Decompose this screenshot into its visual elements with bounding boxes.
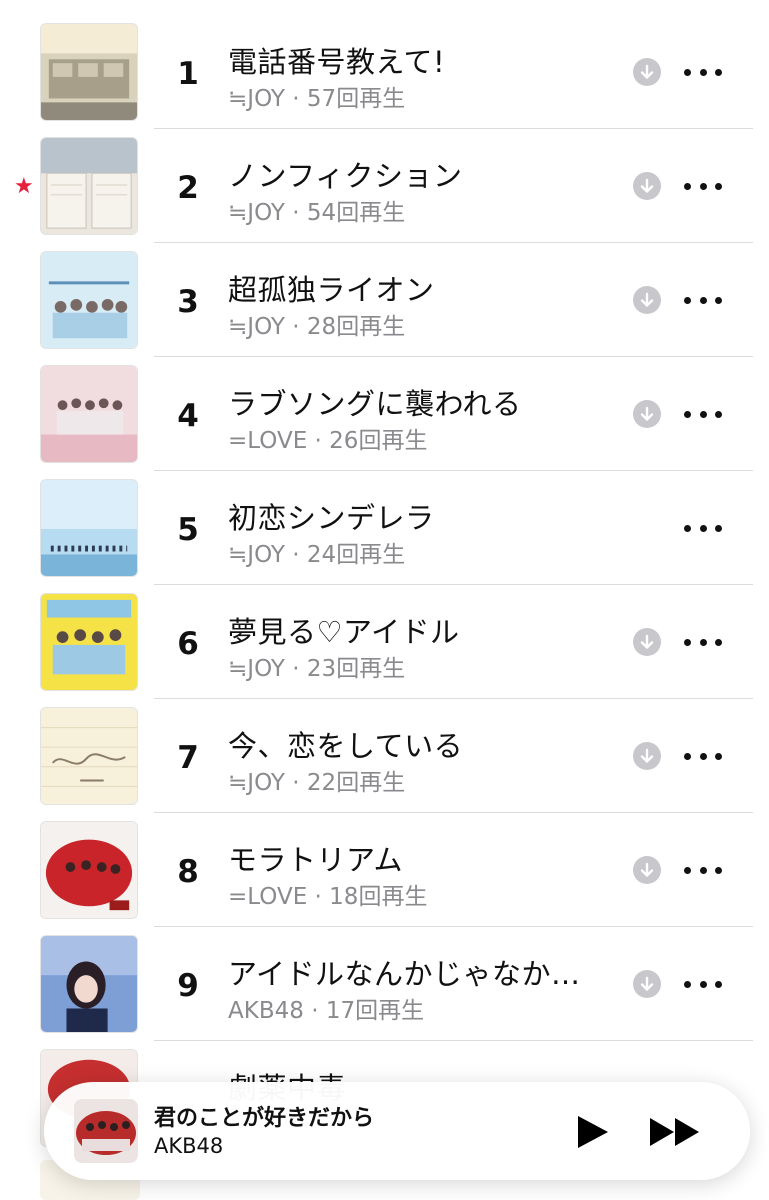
track-title: ラブソングに襲われる <box>228 387 522 421</box>
track-row[interactable]: 4 ラブソングに襲われる =LOVE · 26回再生 <box>0 356 769 471</box>
album-art <box>40 365 138 463</box>
meta-separator: · <box>314 884 322 910</box>
track-title: 今、恋をしている <box>228 729 464 763</box>
track-row[interactable]: 9 アイドルなんかじゃなか… AKB48 · 17回再生 <box>0 926 769 1041</box>
play-count: 23回再生 <box>306 656 406 682</box>
album-art <box>40 593 138 691</box>
track-meta: ≒JOY · 22回再生 <box>228 763 405 797</box>
artist-name: =LOVE <box>228 428 308 454</box>
rank-number: 4 <box>177 398 199 434</box>
album-art <box>40 251 138 349</box>
play-count: 57回再生 <box>306 86 406 112</box>
track-title: ノンフィクション <box>228 159 463 193</box>
now-playing-art <box>74 1099 138 1163</box>
meta-separator: · <box>292 314 300 340</box>
track-title: 初恋シンデレラ <box>228 501 435 535</box>
meta-separator: · <box>292 542 300 568</box>
play-count: 54回再生 <box>306 200 406 226</box>
rank-number: 1 <box>177 56 199 92</box>
more-options-icon[interactable] <box>684 62 722 82</box>
download-icon[interactable] <box>633 628 661 656</box>
track-title: 電話番号教えて! <box>228 45 446 79</box>
track-meta: =LOVE · 18回再生 <box>228 877 427 911</box>
track-title: 夢見る♡アイドル <box>228 615 460 649</box>
artist-name: ≒JOY <box>228 656 285 682</box>
play-button[interactable] <box>572 1112 612 1152</box>
artist-name: =LOVE <box>228 884 308 910</box>
play-count: 17回再生 <box>325 998 425 1024</box>
play-count: 24回再生 <box>306 542 406 568</box>
meta-separator: · <box>292 86 300 112</box>
track-meta: AKB48 · 17回再生 <box>228 991 424 1025</box>
rank-number: 2 <box>177 170 199 206</box>
rank-number: 5 <box>177 512 199 548</box>
more-options-icon[interactable] <box>684 518 722 538</box>
artist-name: ≒JOY <box>228 770 285 796</box>
artist-name: AKB48 <box>228 998 304 1024</box>
album-art <box>40 137 138 235</box>
download-icon[interactable] <box>633 58 661 86</box>
now-playing-title: 君のことが好きだから <box>154 1106 375 1131</box>
rank-number: 6 <box>177 626 199 662</box>
album-art <box>40 707 138 805</box>
album-art <box>40 479 138 577</box>
play-count: 22回再生 <box>306 770 406 796</box>
track-meta: ≒JOY · 57回再生 <box>228 79 405 113</box>
rank-number: 9 <box>177 968 199 1004</box>
favorite-star-icon: ★ <box>14 174 34 199</box>
track-meta: ≒JOY · 23回再生 <box>228 649 405 683</box>
artist-name: ≒JOY <box>228 200 285 226</box>
more-options-icon[interactable] <box>684 404 722 424</box>
more-options-icon[interactable] <box>684 632 722 652</box>
track-meta: ≒JOY · 54回再生 <box>228 193 405 227</box>
track-row[interactable]: 7 今、恋をしている ≒JOY · 22回再生 <box>0 698 769 813</box>
play-count: 26回再生 <box>329 428 428 454</box>
artist-name: ≒JOY <box>228 86 285 112</box>
more-options-icon[interactable] <box>684 290 722 310</box>
download-icon[interactable] <box>633 742 661 770</box>
track-row[interactable]: 3 超孤独ライオン ≒JOY · 28回再生 <box>0 242 769 357</box>
now-playing-artist: AKB48 <box>154 1134 224 1158</box>
play-count: 28回再生 <box>306 314 406 340</box>
more-options-icon[interactable] <box>684 746 722 766</box>
album-art <box>40 821 138 919</box>
artist-name: ≒JOY <box>228 542 285 568</box>
track-title: 超孤独ライオン <box>228 273 435 307</box>
play-icon <box>578 1116 608 1148</box>
track-meta: =LOVE · 26回再生 <box>228 421 427 455</box>
track-meta: ≒JOY · 24回再生 <box>228 535 405 569</box>
more-options-icon[interactable] <box>684 860 722 880</box>
track-row[interactable]: 2 ノンフィクション ≒JOY · 54回再生 <box>0 128 769 243</box>
track-row[interactable]: 1 電話番号教えて! ≒JOY · 57回再生 <box>0 14 769 129</box>
download-icon[interactable] <box>633 856 661 884</box>
track-meta: ≒JOY · 28回再生 <box>228 307 405 341</box>
download-icon[interactable] <box>633 400 661 428</box>
meta-separator: · <box>314 428 322 454</box>
meta-separator: · <box>292 200 300 226</box>
fast-forward-icon <box>650 1118 699 1146</box>
skip-forward-button[interactable] <box>648 1114 704 1150</box>
meta-separator: · <box>292 656 300 682</box>
track-row[interactable]: 5 初恋シンデレラ ≒JOY · 24回再生 <box>0 470 769 585</box>
mini-player[interactable]: 君のことが好きだから AKB48 <box>44 1082 750 1180</box>
meta-separator: · <box>311 998 319 1024</box>
more-options-icon[interactable] <box>684 176 722 196</box>
more-options-icon[interactable] <box>684 974 722 994</box>
play-count: 18回再生 <box>329 884 428 910</box>
album-art <box>40 935 138 1033</box>
rank-number: 8 <box>177 854 199 890</box>
rank-number: 7 <box>177 740 199 776</box>
track-row[interactable]: 6 夢見る♡アイドル ≒JOY · 23回再生 <box>0 584 769 699</box>
artist-name: ≒JOY <box>228 314 285 340</box>
album-art <box>40 23 138 121</box>
track-title: アイドルなんかじゃなか… <box>228 957 581 991</box>
track-row[interactable]: 8 モラトリアム =LOVE · 18回再生 <box>0 812 769 927</box>
download-icon[interactable] <box>633 970 661 998</box>
rank-number: 3 <box>177 284 199 320</box>
download-icon[interactable] <box>633 286 661 314</box>
download-icon[interactable] <box>633 172 661 200</box>
meta-separator: · <box>292 770 300 796</box>
track-title: モラトリアム <box>228 843 403 877</box>
